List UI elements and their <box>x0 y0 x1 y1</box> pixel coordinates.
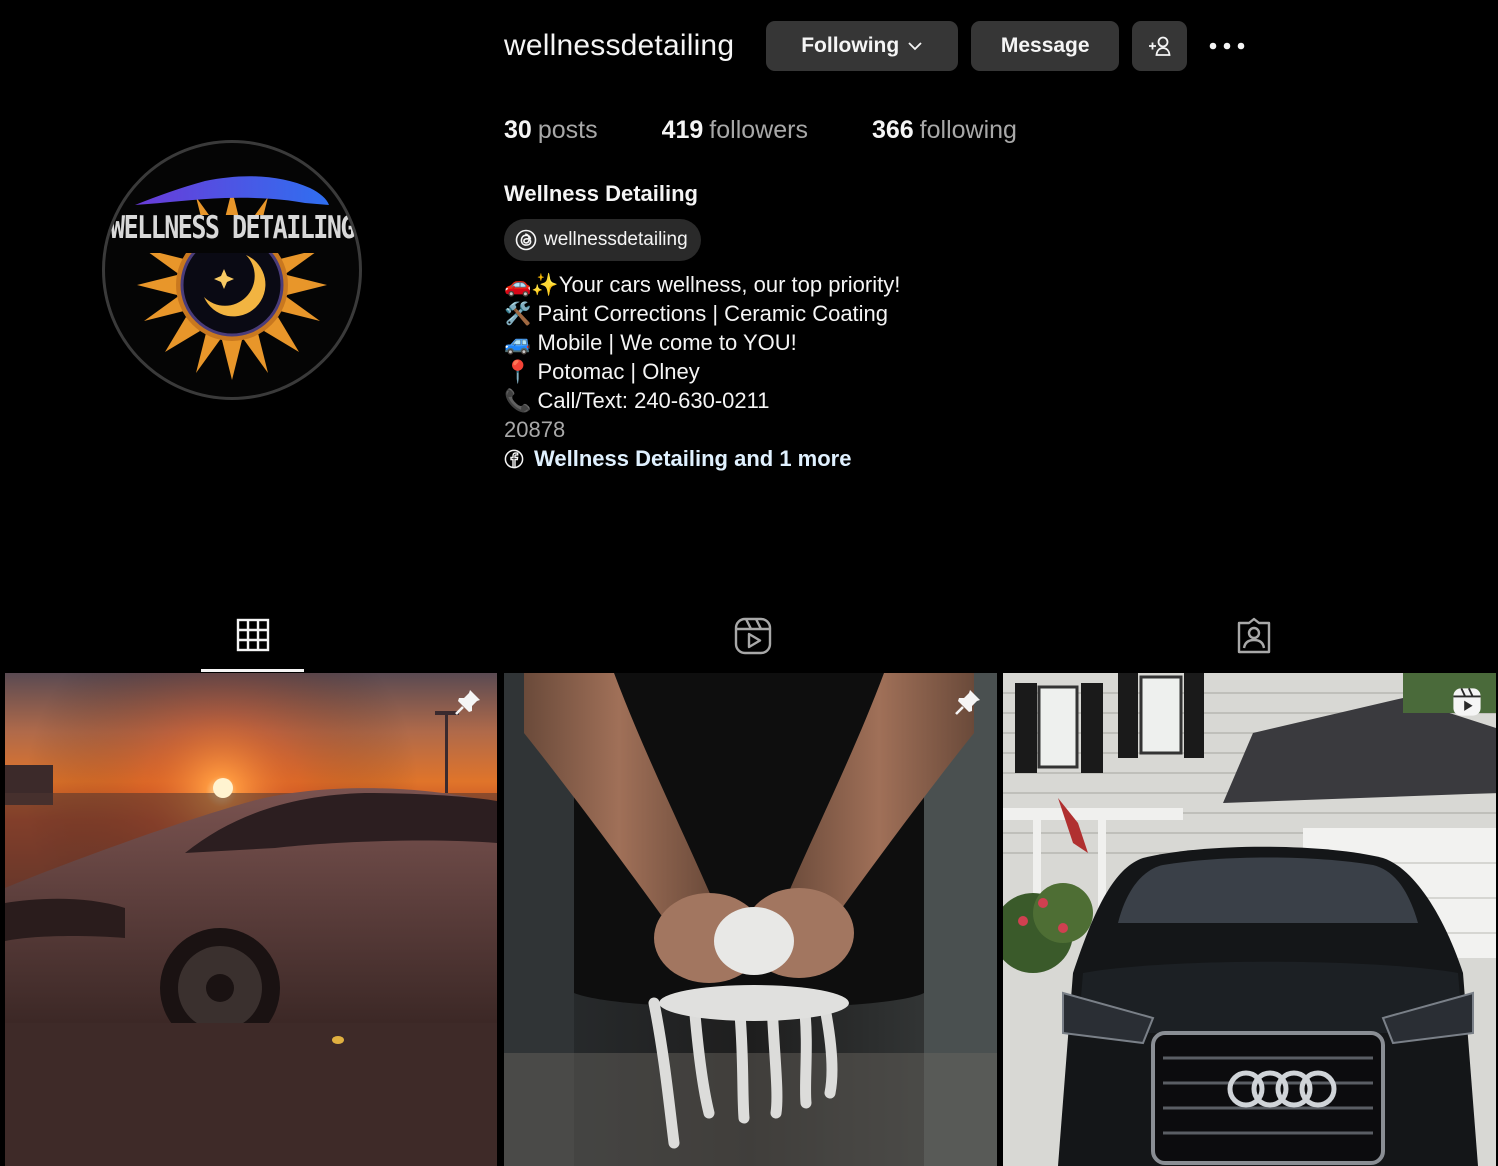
bio-line: 📞 Call/Text: 240-630-0211 <box>504 388 770 413</box>
reels-icon <box>734 617 772 655</box>
profile-tabs <box>0 600 1498 672</box>
chevron-down-icon <box>907 38 923 54</box>
post-image-towel-hands <box>504 673 997 1166</box>
posts-count-number: 30 <box>504 116 532 144</box>
profile-avatar[interactable]: WELLNESS DETAILING <box>102 140 362 400</box>
external-links[interactable]: Wellness Detailing and 1 more <box>504 444 900 473</box>
grid-post[interactable] <box>1003 673 1496 1166</box>
tab-posts[interactable] <box>201 600 304 672</box>
avatar-logo-text: WELLNESS DETAILING <box>110 209 355 246</box>
post-image-sunset-car <box>5 673 497 1166</box>
add-person-icon <box>1147 35 1173 57</box>
wellness-detailing-logo <box>119 176 345 380</box>
threads-icon <box>515 229 537 251</box>
avatar-logo: WELLNESS DETAILING <box>102 140 362 400</box>
post-image-black-suv <box>1003 673 1496 1166</box>
posts-count-label: posts <box>537 116 598 144</box>
threads-badge[interactable]: wellnessdetailing <box>504 219 701 261</box>
bio-line: 📍 Potomac | Olney <box>504 359 700 384</box>
grid-post[interactable] <box>5 673 497 1166</box>
username: wellnessdetailing <box>504 29 735 62</box>
suggest-accounts-button[interactable] <box>1132 21 1188 71</box>
following-count-number: 366 <box>871 116 914 144</box>
external-links-label: Wellness Detailing and 1 more <box>534 446 852 471</box>
grid-icon <box>236 618 270 652</box>
threads-handle: wellnessdetailing <box>544 229 688 250</box>
pin-icon <box>953 687 983 717</box>
posts-grid <box>5 673 1496 1166</box>
profile-header-row: wellnessdetailing Following Message <box>504 20 1252 72</box>
tab-tagged[interactable] <box>1202 600 1305 672</box>
grid-post[interactable] <box>504 673 997 1166</box>
pin-icon <box>453 687 483 717</box>
profile-full-name: Wellness Detailing <box>504 181 698 206</box>
reel-icon <box>1452 687 1482 717</box>
tab-reels[interactable] <box>701 600 804 672</box>
posts-count: 30 posts <box>504 116 598 145</box>
more-horizontal-icon <box>1209 42 1245 50</box>
following-button[interactable]: Following <box>766 21 959 71</box>
followers-link[interactable]: 419 followers <box>662 116 808 145</box>
facebook-icon <box>504 449 524 469</box>
more-options-button[interactable] <box>1202 21 1252 71</box>
following-link[interactable]: 366 following <box>872 116 1017 145</box>
message-button-label: Message <box>1000 34 1090 57</box>
bio-line: 🚗✨Your cars wellness, our top priority! <box>504 272 901 297</box>
followers-count-number: 419 <box>661 116 704 144</box>
message-button[interactable]: Message <box>971 21 1120 71</box>
following-button-label: Following <box>801 34 900 57</box>
profile-stats: 30 posts 419 followers 366 following <box>504 116 1081 145</box>
tagged-icon <box>1235 617 1273 655</box>
profile-bio: 🚗✨Your cars wellness, our top priority! … <box>504 270 900 473</box>
bio-zip: 20878 <box>504 417 566 442</box>
bio-line: 🚙 Mobile | We come to YOU! <box>504 330 797 355</box>
followers-count-label: followers <box>709 116 808 144</box>
following-count-label: following <box>919 116 1017 144</box>
bio-line: 🛠️ Paint Corrections | Ceramic Coating <box>504 301 889 326</box>
